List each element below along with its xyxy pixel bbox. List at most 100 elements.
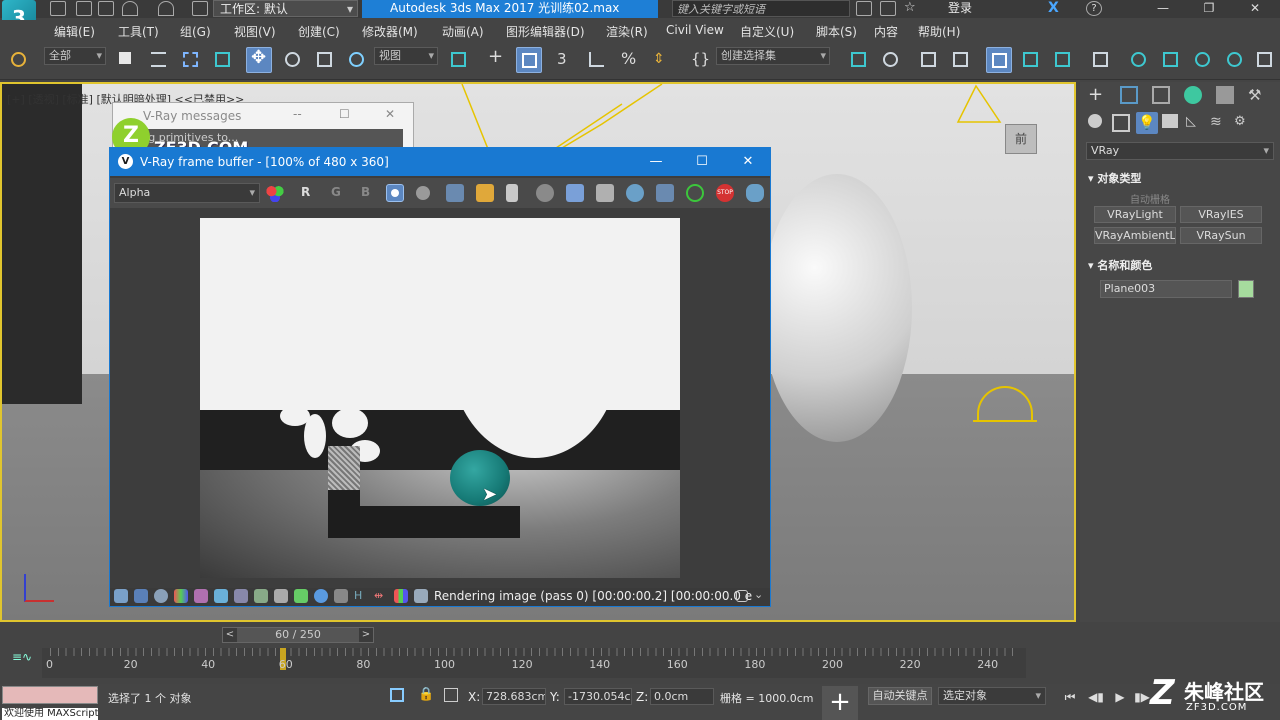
previous-frame-icon[interactable]: ◀▮	[1086, 687, 1106, 707]
select-place-icon[interactable]	[344, 47, 370, 73]
undo-icon[interactable]	[122, 1, 138, 16]
exchange-x-icon[interactable]: X	[1048, 1, 1064, 16]
subscription-icon[interactable]	[880, 1, 896, 16]
render-production-icon[interactable]	[1190, 47, 1216, 73]
menu-graph-editors[interactable]: 图形编辑器(D)	[506, 23, 585, 40]
render-channel-select[interactable]: Alpha	[114, 183, 260, 203]
schematic-view-icon[interactable]	[1050, 47, 1076, 73]
ribbon-toggle-icon[interactable]	[986, 47, 1012, 73]
next-frame-arrow[interactable]: >	[359, 628, 373, 642]
vfb-history-icon[interactable]	[114, 589, 128, 603]
helpers-category-icon[interactable]: ◺	[1186, 114, 1204, 132]
reference-coord-select[interactable]: 视图	[374, 47, 438, 65]
vraylight-button[interactable]: VRayLight	[1094, 206, 1176, 223]
viewcube[interactable]: 前	[1005, 124, 1037, 154]
render-iterative-icon[interactable]	[1222, 47, 1248, 73]
light-target-wireframe[interactable]	[950, 84, 1010, 124]
duplicate-to-mfb-icon[interactable]	[536, 184, 554, 202]
go-to-start-icon[interactable]: ⏮	[1060, 687, 1080, 707]
menu-edit[interactable]: 编辑(E)	[54, 23, 95, 40]
layer-explorer-icon[interactable]	[948, 47, 974, 73]
scene-explorer-icon[interactable]	[916, 47, 942, 73]
login-link[interactable]: 登录	[948, 0, 972, 17]
spinner-snap-icon[interactable]: ⇕	[648, 47, 674, 73]
save-image-icon[interactable]	[446, 184, 464, 202]
name-color-rollout[interactable]: ▾ 名称和颜色	[1088, 257, 1152, 273]
save-file-icon[interactable]	[98, 1, 114, 16]
create-tab-icon[interactable]: +	[1088, 86, 1106, 104]
vfb-status-expand-icon[interactable]	[736, 590, 748, 602]
selection-lock-icon[interactable]: 🔒	[418, 687, 434, 702]
modify-tab-icon[interactable]	[1120, 86, 1138, 104]
maximize-button[interactable]: ❐	[1192, 0, 1226, 18]
auto-key-button[interactable]: 自动关键点	[868, 687, 932, 705]
maxscript-listener[interactable]	[2, 686, 98, 704]
menu-animation[interactable]: 动画(A)	[442, 23, 484, 40]
menu-modifiers[interactable]: 修改器(M)	[362, 23, 418, 40]
select-by-name-icon[interactable]	[146, 47, 172, 73]
track-mouse-icon[interactable]	[566, 184, 584, 202]
vfb-levels-icon[interactable]	[194, 589, 208, 603]
z-coordinate-field[interactable]: 0.0cm	[650, 688, 714, 705]
clear-image-icon[interactable]	[506, 184, 518, 202]
display-tab-icon[interactable]	[1216, 86, 1234, 104]
green-channel-toggle[interactable]: G	[331, 185, 341, 199]
window-crossing-icon[interactable]	[210, 47, 236, 73]
vfb-hdr-icon[interactable]: H	[354, 589, 368, 603]
menu-views[interactable]: 视图(V)	[234, 23, 276, 40]
percent-snap-icon[interactable]: %	[616, 47, 642, 73]
render-in-cloud-icon[interactable]	[1252, 47, 1278, 73]
systems-category-icon[interactable]: ⚙	[1234, 114, 1252, 132]
menu-group[interactable]: 组(G)	[180, 23, 211, 40]
select-manipulate-icon[interactable]: +	[484, 47, 510, 73]
vfb-exposure-icon[interactable]	[254, 589, 268, 603]
frame-counter[interactable]: 60 / 250	[237, 628, 359, 642]
vfb-lens-effects-icon[interactable]	[134, 589, 148, 603]
vfb-close-button[interactable]: ✕	[728, 148, 768, 176]
shapes-category-icon[interactable]	[1112, 114, 1130, 132]
select-rotate-icon[interactable]	[280, 47, 306, 73]
isolate-selection-icon[interactable]	[390, 688, 404, 702]
next-frame-icon[interactable]: ▮▶	[1132, 687, 1152, 707]
open-file-icon[interactable]	[76, 1, 92, 16]
curve-editor-mini-icon[interactable]: ≡∿	[12, 650, 32, 664]
rendered-image[interactable]: ➤	[200, 218, 680, 578]
vraysun-button[interactable]: VRaySun	[1180, 227, 1262, 244]
vfb-lock-icon[interactable]	[414, 589, 428, 603]
mirror-icon[interactable]	[846, 47, 872, 73]
help-icon[interactable]: ?	[1086, 1, 1102, 16]
play-icon[interactable]: ▶	[1110, 687, 1130, 707]
redo-icon[interactable]	[158, 1, 174, 16]
select-move-icon[interactable]: ✥	[246, 47, 272, 73]
close-button[interactable]: ✕	[1238, 0, 1272, 18]
monochrome-mode-icon[interactable]	[416, 186, 430, 200]
vfb-hue-icon[interactable]	[294, 589, 308, 603]
vrayambientlight-button[interactable]: VRayAmbientLight	[1094, 227, 1176, 244]
vray-messages-close-button[interactable]: ✕	[385, 107, 395, 121]
hierarchy-tab-icon[interactable]	[1152, 86, 1170, 104]
set-key-icon[interactable]: +	[822, 686, 858, 720]
vfb-color-correction-icon[interactable]	[174, 589, 188, 603]
search-input[interactable]: 键入关键字或短语	[672, 0, 850, 17]
keyboard-shortcut-icon[interactable]	[516, 47, 542, 73]
menu-customize[interactable]: 自定义(U)	[740, 23, 794, 40]
vfb-status-dropdown-icon[interactable]: ⌄	[754, 588, 768, 602]
object-color-swatch[interactable]	[1238, 280, 1254, 298]
menu-scripting[interactable]: 脚本(S)	[816, 23, 857, 40]
rectangular-region-icon[interactable]	[178, 47, 204, 73]
material-editor-icon[interactable]	[1088, 47, 1114, 73]
vray-messages-minimize-button[interactable]: --	[293, 107, 302, 121]
vfb-curves-icon[interactable]	[214, 589, 228, 603]
auto-grid-checkbox[interactable]: 自动栅格	[1130, 191, 1170, 206]
edit-named-selection-icon[interactable]: {}	[686, 47, 712, 73]
vfb-title-bar[interactable]: V V-Ray frame buffer - [100% of 480 x 36…	[110, 148, 770, 176]
geometry-category-icon[interactable]	[1088, 114, 1102, 128]
vfb-stamp-icon[interactable]	[394, 589, 408, 603]
minimize-button[interactable]: —	[1146, 0, 1180, 18]
load-image-icon[interactable]	[476, 184, 494, 202]
vfb-minimize-button[interactable]: —	[636, 148, 676, 176]
pivot-center-icon[interactable]	[446, 47, 472, 73]
angle-snap-icon[interactable]	[584, 47, 610, 73]
motion-tab-icon[interactable]	[1184, 86, 1202, 104]
time-slider[interactable]: < 60 / 250 >	[222, 627, 374, 643]
